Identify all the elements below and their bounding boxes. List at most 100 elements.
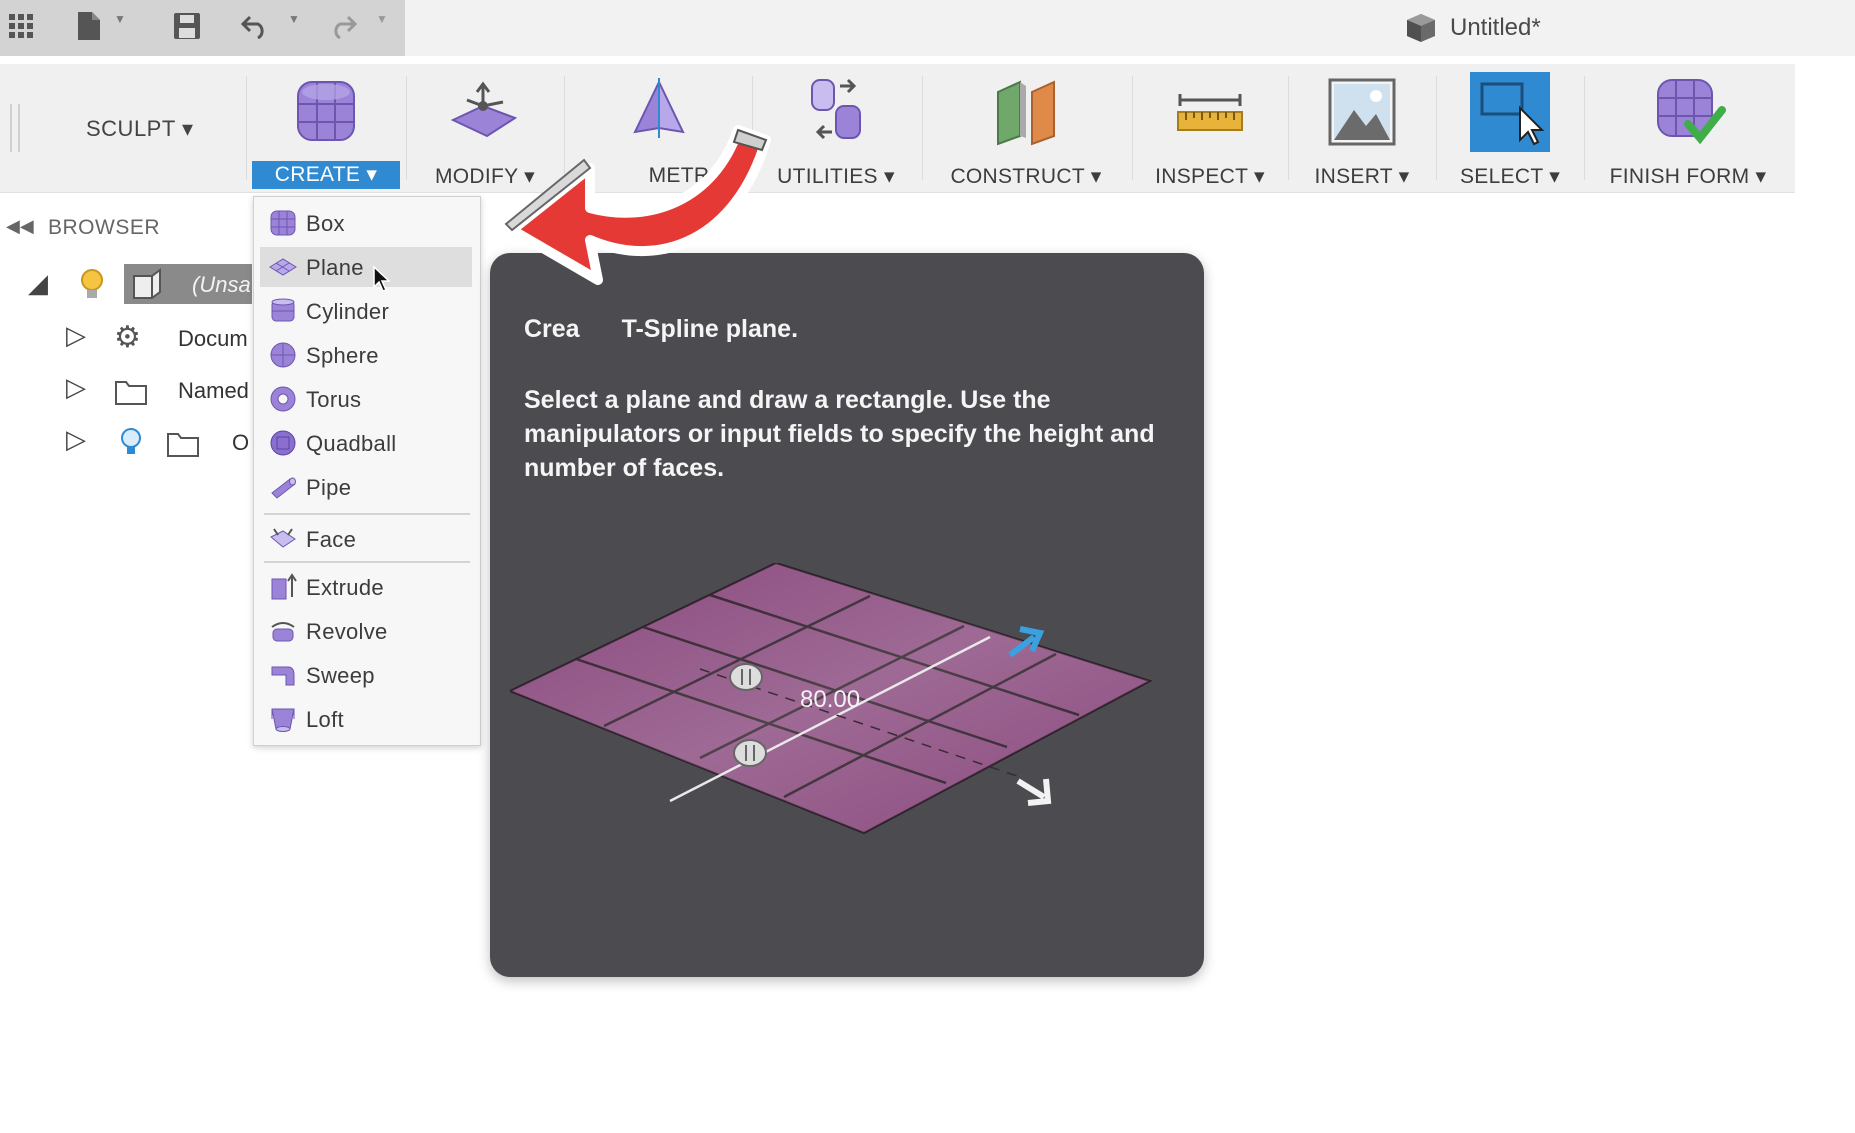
white-arrow-icon — [1016, 778, 1052, 806]
document-cube-icon — [1407, 14, 1435, 42]
ribbon-grip-handle[interactable] — [10, 104, 20, 152]
sweep-icon — [271, 666, 295, 686]
command-tooltip: Crea T-Spline plane. Select a plane and d… — [490, 253, 1204, 977]
undo-history-chevron-icon[interactable]: ▼ — [288, 12, 300, 26]
ribbon-divider — [246, 76, 247, 180]
menu-separator — [264, 561, 470, 563]
create-group[interactable]: CREATE ▾ — [252, 64, 400, 192]
collapsed-triangle-icon[interactable]: ▷ — [66, 424, 86, 455]
menu-item-sweep[interactable]: Sweep — [260, 655, 472, 695]
create-menu-button[interactable]: CREATE ▾ — [252, 161, 400, 189]
finish-form-icon — [1657, 79, 1726, 145]
menu-separator — [264, 513, 470, 515]
document-settings-label: Docum — [178, 326, 248, 351]
revolve-icon — [271, 622, 295, 642]
menu-item-label: Pipe — [306, 475, 352, 500]
browser-header: ◀◀ BROWSER — [0, 210, 250, 246]
tree-row-origin[interactable]: ▷ O — [0, 422, 252, 466]
redo-icon[interactable] — [326, 6, 360, 46]
menu-item-revolve[interactable]: Revolve — [260, 611, 472, 651]
construct-plane-icon — [997, 80, 1055, 146]
insert-menu-button[interactable]: INSERT ▾ — [1296, 164, 1428, 189]
torus-icon — [270, 386, 296, 412]
collapse-panel-icon[interactable]: ◀◀ — [6, 216, 34, 237]
mouse-cursor-icon — [373, 265, 391, 292]
select-menu-button[interactable]: SELECT ▾ — [1442, 164, 1578, 189]
app-grid-icon[interactable] — [2, 6, 40, 46]
menu-item-label: Cylinder — [306, 299, 390, 324]
ribbon-divider — [1436, 76, 1437, 180]
manipulator-handle-icon — [729, 663, 763, 691]
dimension-value: 80.00 — [800, 686, 860, 713]
menu-item-extrude[interactable]: Extrude — [260, 567, 472, 607]
plane-illustration: 80.00 — [510, 563, 1153, 835]
menu-item-label: Face — [306, 527, 357, 552]
ribbon-divider — [1132, 76, 1133, 180]
document-title: Untitled* — [1450, 14, 1541, 41]
document-tab[interactable]: Untitled* — [1404, 12, 1541, 44]
tree-row-root[interactable]: ◢ (Unsa — [0, 264, 252, 308]
select-icon — [1470, 72, 1550, 152]
menu-item-plane[interactable]: Plane — [260, 247, 472, 292]
menu-item-pipe[interactable]: Pipe — [260, 467, 472, 507]
construct-group[interactable]: CONSTRUCT ▾ — [936, 64, 1116, 192]
utilities-icon — [811, 78, 861, 140]
workspace-switcher[interactable]: SCULPT ▾ — [86, 116, 194, 142]
finish-form-group[interactable]: FINISH FORM ▾ — [1596, 64, 1780, 192]
undo-icon[interactable] — [238, 6, 272, 46]
menu-item-label: Torus — [306, 387, 362, 412]
create-dropdown-menu: Box Plane Cylinder Sphere Torus Quadball… — [253, 196, 481, 746]
lightbulb-off-icon[interactable] — [118, 426, 144, 460]
tree-row-document-settings[interactable]: ▷ ⚙ Docum — [0, 318, 252, 362]
toolbar-ribbon: SCULPT ▾ CREATE ▾ MODIFY ▾ METR UTILITIE… — [0, 64, 1795, 193]
quick-access-toolbar: ▼ ▼ ▼ — [0, 0, 405, 56]
create-form-icon — [297, 81, 355, 141]
ribbon-divider — [1584, 76, 1585, 180]
menu-item-cylinder[interactable]: Cylinder — [260, 291, 472, 331]
menu-item-label: Loft — [306, 707, 344, 732]
box-icon — [270, 210, 296, 236]
menu-item-label: Box — [306, 211, 345, 236]
ribbon-divider — [406, 76, 407, 180]
menu-item-box[interactable]: Box — [260, 203, 472, 243]
collapsed-triangle-icon[interactable]: ▷ — [66, 320, 86, 351]
plane-icon — [269, 258, 297, 276]
select-group[interactable]: SELECT ▾ — [1442, 64, 1578, 192]
tree-row-named-views[interactable]: ▷ Named — [0, 370, 252, 414]
insert-image-icon — [1328, 78, 1396, 146]
save-icon[interactable] — [170, 6, 204, 46]
face-icon — [270, 528, 296, 548]
loft-icon — [271, 708, 295, 732]
document-title-bar — [405, 0, 1855, 56]
folder-icon — [115, 381, 147, 405]
inspect-group[interactable]: INSPECT ▾ — [1144, 64, 1276, 192]
named-views-label: Named — [178, 378, 249, 403]
quadball-icon — [270, 430, 296, 456]
origin-label: O — [232, 430, 250, 455]
expanded-triangle-icon[interactable]: ◢ — [28, 268, 48, 299]
menu-item-quadball[interactable]: Quadball — [260, 423, 472, 463]
menu-item-face[interactable]: Face — [260, 519, 472, 559]
red-annotation-arrow-icon — [504, 125, 771, 285]
construct-menu-button[interactable]: CONSTRUCT ▾ — [936, 164, 1116, 189]
finish-form-menu-button[interactable]: FINISH FORM ▾ — [1596, 164, 1780, 189]
lightbulb-icon[interactable] — [78, 268, 106, 302]
extrude-icon — [271, 573, 297, 600]
redo-history-chevron-icon[interactable]: ▼ — [376, 12, 388, 26]
file-icon[interactable] — [72, 6, 106, 46]
menu-item-label: Plane — [306, 255, 364, 280]
menu-item-sphere[interactable]: Sphere — [260, 335, 472, 375]
tooltip-description: Select a plane and draw a rectangle. Use… — [524, 386, 1155, 482]
menu-item-loft[interactable]: Loft — [260, 699, 472, 739]
ruler-icon — [1177, 94, 1243, 131]
insert-group[interactable]: INSERT ▾ — [1296, 64, 1428, 192]
ribbon-divider — [1288, 76, 1289, 180]
menu-item-label: Extrude — [306, 575, 384, 600]
menu-item-torus[interactable]: Torus — [260, 379, 472, 419]
manipulator-handle-icon — [733, 739, 767, 767]
pipe-icon — [271, 477, 296, 499]
collapsed-triangle-icon[interactable]: ▷ — [66, 372, 86, 403]
inspect-menu-button[interactable]: INSPECT ▾ — [1144, 164, 1276, 189]
ribbon-divider — [922, 76, 923, 180]
file-menu-chevron-icon[interactable]: ▼ — [114, 12, 126, 26]
